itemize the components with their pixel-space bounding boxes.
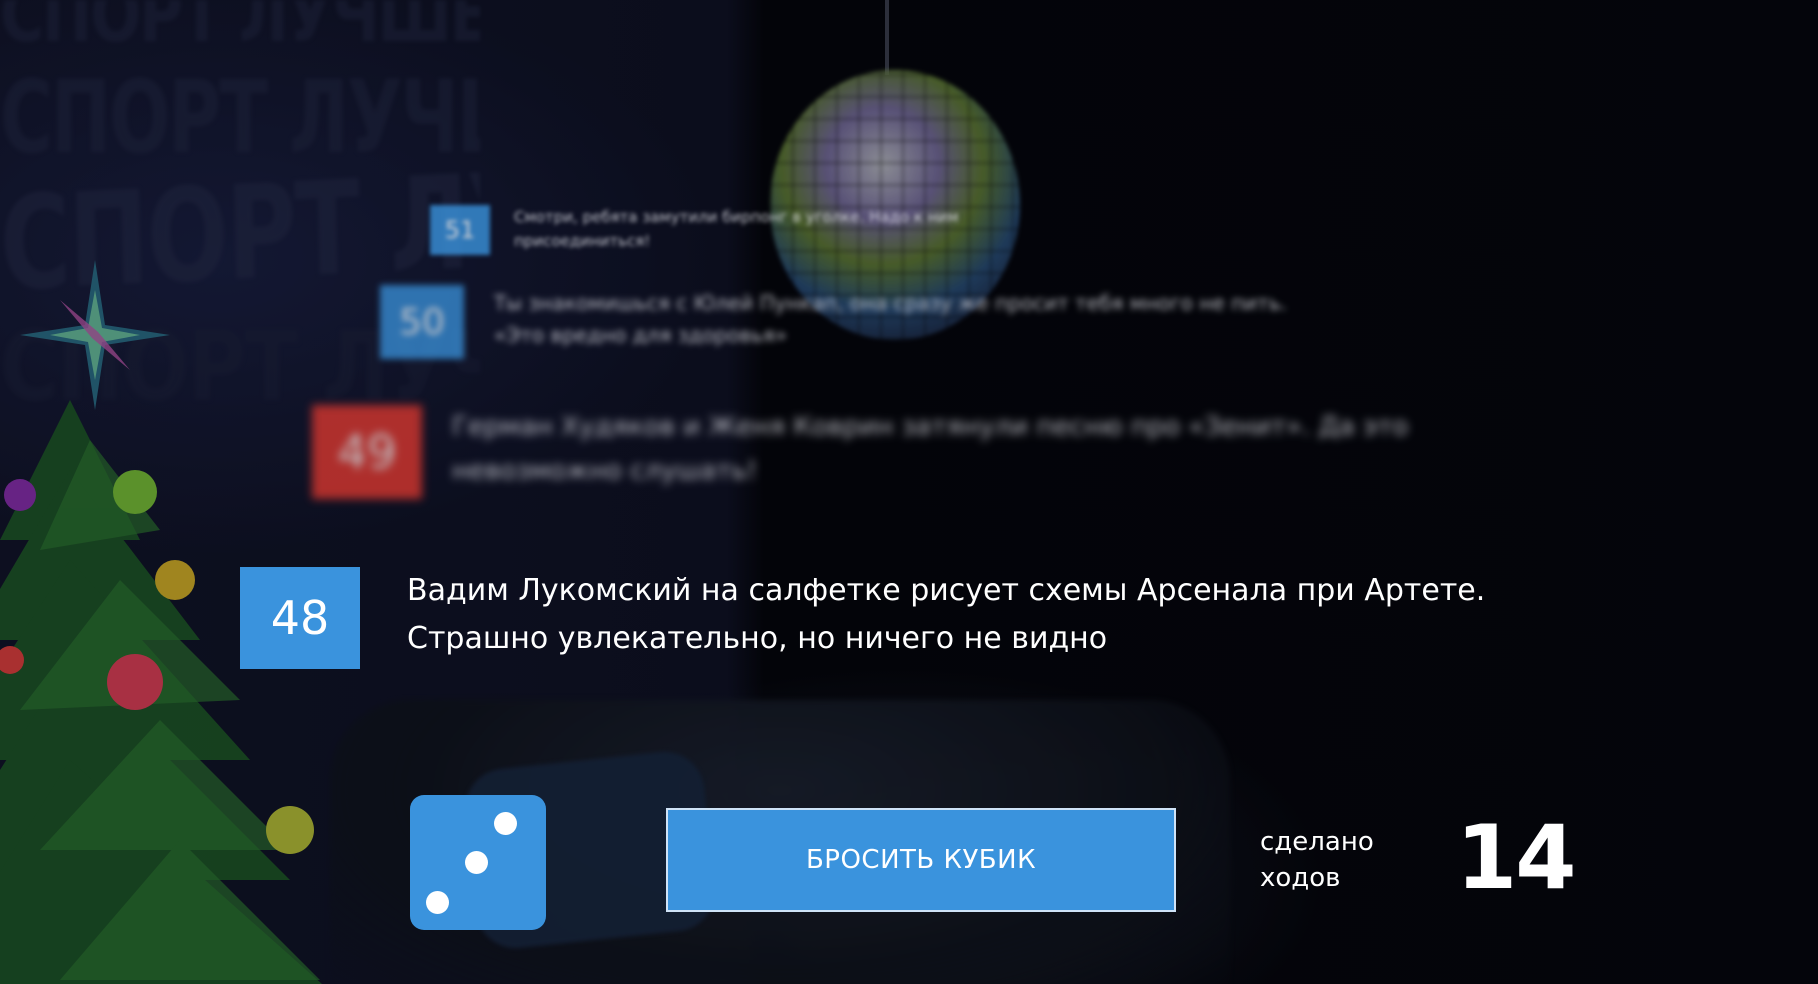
event-number-badge: 48 (240, 567, 360, 669)
moves-made-label: сделано ходов (1260, 827, 1374, 893)
event-number-badge: 51 (430, 205, 490, 255)
game-scene: СПОРТ ЛУЧШЕ СПОРТ ЛУЧШЕ СПОРТ ЛУЧШЕ СПОР… (0, 0, 1818, 984)
event-entry-49: 49 Герман Худяков и Женя Коврин затянули… (312, 405, 1412, 499)
roll-dice-button[interactable]: БРОСИТЬ КУБИК (666, 808, 1176, 912)
event-number-badge: 50 (380, 285, 464, 359)
event-entry-51: 51 Смотри, ребята замутили бирпонг в уго… (430, 205, 994, 255)
event-entry-48: 48 Вадим Лукомский на салфетке рисует сх… (240, 567, 1557, 669)
event-text: Смотри, ребята замутили бирпонг в уголке… (514, 208, 959, 250)
dice-three-icon[interactable] (410, 795, 546, 930)
event-text: Вадим Лукомский на салфетке рисует схемы… (407, 573, 1486, 656)
dice-pip (494, 812, 517, 835)
dice-pip (426, 891, 449, 914)
event-text: Ты знакомишься с Юлей Пункап, она сразу … (494, 291, 1287, 347)
event-number-badge: 49 (312, 405, 422, 499)
moves-made-count: 14 (1456, 806, 1576, 909)
dice-pip (465, 851, 488, 874)
event-entry-50: 50 Ты знакомишься с Юлей Пункап, она сра… (380, 285, 1314, 359)
event-text: Герман Худяков и Женя Коврин затянули пе… (452, 412, 1409, 486)
